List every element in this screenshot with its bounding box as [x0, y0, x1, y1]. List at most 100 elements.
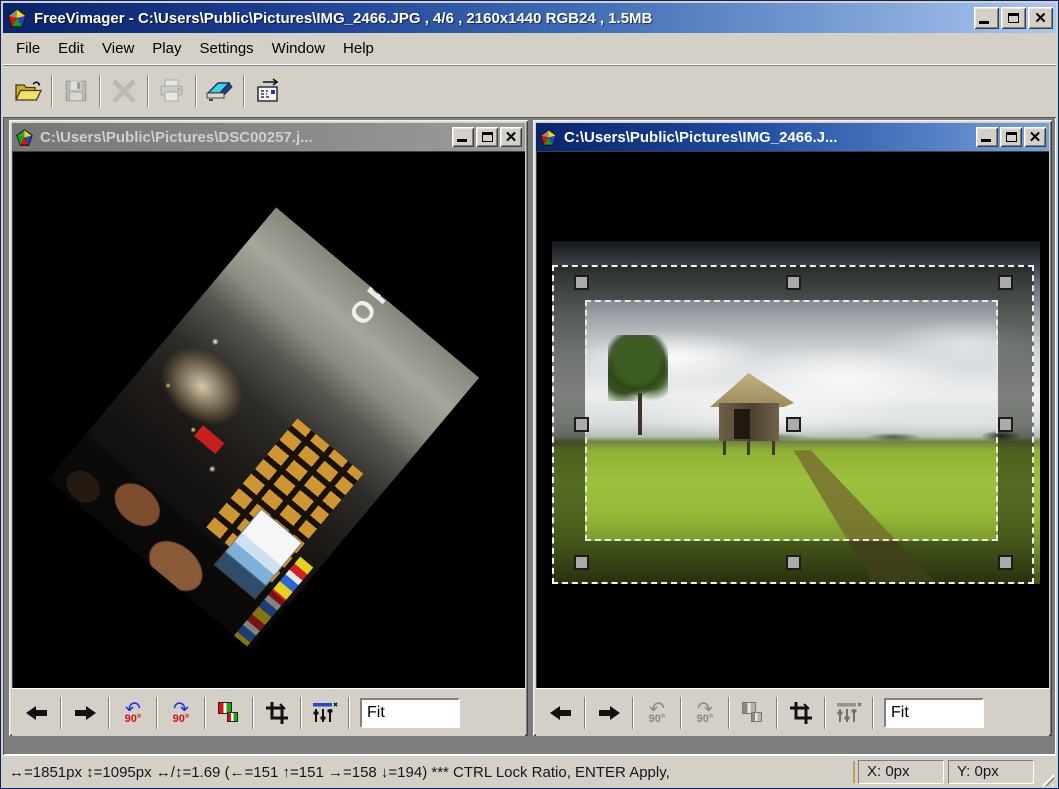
title-bar[interactable]: FreeVimager - C:\Users\Public\Pictures\I…: [3, 3, 1056, 33]
child-minimize-button[interactable]: [452, 127, 474, 147]
toolbar-separator: [824, 697, 826, 729]
menu-file[interactable]: File: [7, 36, 49, 61]
levels-icon: [312, 702, 338, 724]
rotate-right-button[interactable]: ↷90°: [162, 694, 200, 732]
toolbar-separator: [680, 697, 682, 729]
child-maximize-button[interactable]: [476, 127, 498, 147]
rotate-left-90-icon: ↶90°: [649, 700, 666, 725]
child-window-dsc00257: C:\Users\Public\Pictures\DSC00257.j... ✕…: [9, 120, 528, 736]
image-toolbar-left-window: ↶90° ↷90°: [12, 688, 525, 736]
mdi-workspace: C:\Users\Public\Pictures\DSC00257.j... ✕…: [3, 117, 1056, 755]
status-divider: [853, 761, 855, 783]
image-canvas-dsc00257[interactable]: OPAC: [12, 151, 525, 688]
child-title-bar[interactable]: C:\Users\Public\Pictures\DSC00257.j... ✕: [12, 123, 525, 151]
crop-button[interactable]: [258, 694, 296, 732]
toolbar-separator: [348, 697, 350, 729]
crop-handle-middle-right[interactable]: [998, 417, 1013, 432]
crop-handle-middle-left[interactable]: [574, 417, 589, 432]
scan-button[interactable]: [199, 71, 241, 111]
close-button[interactable]: ✕: [1028, 7, 1053, 29]
print-button[interactable]: [151, 71, 193, 111]
folder-open-icon: [14, 78, 42, 104]
levels-button[interactable]: [306, 694, 344, 732]
freevimager-logo-icon: [6, 7, 28, 29]
toolbar-separator: [243, 75, 245, 107]
arrow-right-icon: [74, 705, 96, 721]
freevimager-window: FreeVimager - C:\Users\Public\Pictures\I…: [0, 0, 1059, 789]
rotate-left-button[interactable]: ↶90°: [114, 694, 152, 732]
status-x-coordinate: X: 0px: [858, 760, 944, 784]
zoom-level-input[interactable]: [884, 698, 984, 728]
status-crop-info: ↔=1851px ↕=1095px ↔/↕=1.69 (←=151 ↑=151 …: [9, 764, 850, 781]
color-adjust-icon: [740, 700, 766, 726]
child-window-controls: ✕: [976, 127, 1046, 147]
previous-image-button[interactable]: [542, 694, 580, 732]
toolbar-separator: [51, 75, 53, 107]
delete-button[interactable]: [103, 71, 145, 111]
previous-image-button[interactable]: [18, 694, 56, 732]
image-canvas-img2466[interactable]: [536, 151, 1049, 688]
rotate-right-90-icon: ↷90°: [697, 700, 714, 725]
zoom-level-input[interactable]: [360, 698, 460, 728]
menu-settings[interactable]: Settings: [190, 36, 262, 61]
open-button[interactable]: [7, 71, 49, 111]
freevimager-logo-icon: [15, 128, 34, 147]
rotate-right-90-icon: ↷90°: [173, 700, 190, 725]
toolbar-separator: [300, 697, 302, 729]
maximize-button[interactable]: [1001, 7, 1026, 29]
email-button[interactable]: [247, 71, 289, 111]
crop-handle-top-left[interactable]: [574, 275, 589, 290]
color-adjust-button-disabled[interactable]: [734, 694, 772, 732]
toolbar-separator: [204, 697, 206, 729]
rotate-left-button-disabled[interactable]: ↶90°: [638, 694, 676, 732]
arrow-right-icon: [598, 705, 620, 721]
minimize-button[interactable]: [974, 7, 999, 29]
maximize-icon: [482, 132, 493, 142]
save-button[interactable]: [55, 71, 97, 111]
toolbar-separator: [156, 697, 158, 729]
rice-field-photo: [552, 241, 1040, 584]
crop-handle-bottom-right[interactable]: [998, 555, 1013, 570]
crop-handle-bottom-left[interactable]: [574, 555, 589, 570]
rotate-right-button-disabled[interactable]: ↷90°: [686, 694, 724, 732]
crop-handle-top-right[interactable]: [998, 275, 1013, 290]
menu-help[interactable]: Help: [334, 36, 383, 61]
color-adjust-icon: [216, 700, 242, 726]
menu-bar: File Edit View Play Settings Window Help: [3, 33, 1056, 64]
crop-handle-center[interactable]: [786, 417, 801, 432]
levels-icon: [836, 702, 862, 724]
next-image-button[interactable]: [66, 694, 104, 732]
child-close-button[interactable]: ✕: [500, 127, 522, 147]
menu-play[interactable]: Play: [143, 36, 190, 61]
toolbar-separator: [728, 697, 730, 729]
child-maximize-button[interactable]: [1000, 127, 1022, 147]
child-window-img2466: C:\Users\Public\Pictures\IMG_2466.J... ✕: [533, 120, 1052, 736]
crop-button[interactable]: [782, 694, 820, 732]
toolbar-separator: [99, 75, 101, 107]
levels-button-disabled[interactable]: [830, 694, 868, 732]
child-close-button[interactable]: ✕: [1024, 127, 1046, 147]
child-minimize-button[interactable]: [976, 127, 998, 147]
crop-handle-top-center[interactable]: [786, 275, 801, 290]
menu-window[interactable]: Window: [263, 36, 334, 61]
toolbar-separator: [108, 697, 110, 729]
toolbar-separator: [60, 697, 62, 729]
crop-icon: [789, 701, 813, 725]
crop-handle-bottom-center[interactable]: [786, 555, 801, 570]
child-window-controls: ✕: [452, 127, 522, 147]
window-title: FreeVimager - C:\Users\Public\Pictures\I…: [34, 10, 974, 27]
toolbar-separator: [632, 697, 634, 729]
image-toolbar-right-window: ↶90° ↷90°: [536, 688, 1049, 736]
menu-edit[interactable]: Edit: [49, 36, 93, 61]
maximize-icon: [1008, 13, 1019, 23]
delete-x-icon: [111, 78, 137, 104]
child-title-bar[interactable]: C:\Users\Public\Pictures\IMG_2466.J... ✕: [536, 123, 1049, 151]
color-adjust-button[interactable]: [210, 694, 248, 732]
resize-grip[interactable]: [1038, 770, 1054, 786]
rotate-left-90-icon: ↶90°: [125, 700, 142, 725]
next-image-button[interactable]: [590, 694, 628, 732]
window-controls: ✕: [974, 7, 1053, 29]
child-window-title: C:\Users\Public\Pictures\DSC00257.j...: [40, 129, 452, 146]
close-icon: ✕: [1029, 130, 1042, 145]
menu-view[interactable]: View: [93, 36, 143, 61]
